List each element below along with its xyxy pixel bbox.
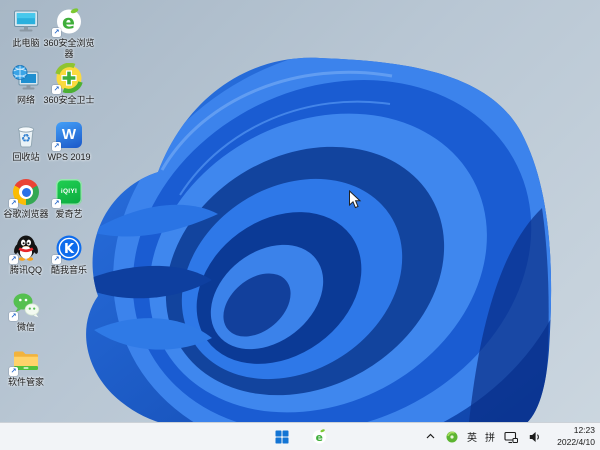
shortcut-arrow-icon: ↗ <box>52 28 61 37</box>
svg-text:e: e <box>62 12 75 34</box>
chrome-icon: ↗ <box>9 177 41 208</box>
volume-tray-button[interactable] <box>527 426 543 448</box>
kuwo-music-icon: K ↗ <box>52 233 84 264</box>
wps-icon: W ↗ <box>52 120 84 151</box>
desktop-icon-label: WPS 2019 <box>47 152 91 162</box>
network-icon <box>11 63 41 93</box>
desktop-icon-label: 微信 <box>16 322 35 332</box>
taskbar-clock[interactable]: 12:23 2022/4/10 <box>551 425 595 447</box>
clock-time: 12:23 <box>573 425 595 436</box>
network-tray-button[interactable] <box>503 426 519 448</box>
360-safe-icon: ↗ <box>52 63 84 94</box>
qq-icon: ↗ <box>9 233 41 264</box>
shortcut-arrow-icon: ↗ <box>52 85 61 94</box>
iqiyi-icon: iQIYI ↗ <box>52 177 84 208</box>
folder-icon: ↗ <box>9 345 41 376</box>
desktop[interactable]: 此电脑 e ↗ 360安全浏览器 网络 ↗ 360安全卫士 ♻ 回收站 W ↗ … <box>0 0 600 450</box>
desktop-icon-label: 软件管家 <box>7 377 44 387</box>
shortcut-arrow-icon: ↗ <box>9 255 18 264</box>
system-tray: 英 拼 12:23 2022/4/10 <box>423 423 600 450</box>
svg-text:K: K <box>64 242 75 257</box>
desktop-icon-label: 360安全浏览器 <box>43 38 95 60</box>
desktop-icon-software-folder[interactable]: ↗ 软件管家 <box>2 345 50 388</box>
360-tray-icon <box>446 431 458 442</box>
taskbar: e 英 拼 12:23 2022/4/10 <box>0 422 600 450</box>
desktop-icon-wechat[interactable]: ↗ 微信 <box>2 290 50 333</box>
shortcut-arrow-icon: ↗ <box>9 312 18 321</box>
desktop-icon-kuwo[interactable]: K ↗ 酷我音乐 <box>45 233 93 276</box>
clock-date: 2022/4/10 <box>557 436 595 447</box>
start-button[interactable] <box>272 426 292 448</box>
desktop-icon-wps[interactable]: W ↗ WPS 2019 <box>45 120 93 163</box>
shortcut-arrow-icon: ↗ <box>9 367 18 376</box>
360-browser-icon: e ↗ <box>52 6 84 37</box>
ime-mode-indicator[interactable]: 拼 <box>485 429 495 444</box>
svg-text:♻: ♻ <box>21 132 31 145</box>
desktop-icon-label: 360安全卫士 <box>43 95 95 105</box>
360-browser-taskbar-button[interactable]: e <box>309 426 329 448</box>
this-pc-icon <box>11 6 41 36</box>
taskbar-center: e <box>272 423 329 450</box>
desktop-icon-360-browser[interactable]: e ↗ 360安全浏览器 <box>43 6 95 61</box>
shortcut-arrow-icon: ↗ <box>52 255 61 264</box>
network-ethernet-icon <box>504 431 518 443</box>
windows-logo-icon <box>275 430 289 443</box>
svg-text:e: e <box>315 431 322 444</box>
360-tray-button[interactable] <box>445 426 459 448</box>
chevron-up-icon <box>426 433 434 439</box>
tray-overflow-button[interactable] <box>423 426 437 448</box>
speaker-icon <box>529 431 539 442</box>
360-browser-taskbar-icon: e <box>312 429 326 444</box>
wechat-icon: ↗ <box>9 290 41 321</box>
ime-language-indicator[interactable]: 英 <box>467 429 477 444</box>
desktop-icon-360-safe[interactable]: ↗ 360安全卫士 <box>43 63 95 106</box>
shortcut-arrow-icon: ↗ <box>9 199 18 208</box>
desktop-icon-label: 酷我音乐 <box>50 265 87 275</box>
shortcut-arrow-icon: ↗ <box>52 142 61 151</box>
recycle-bin-icon: ♻ <box>11 120 41 150</box>
shortcut-arrow-icon: ↗ <box>52 199 61 208</box>
desktop-icon-label: 爱奇艺 <box>55 209 83 219</box>
desktop-icon-iqiyi[interactable]: iQIYI ↗ 爱奇艺 <box>45 177 93 220</box>
